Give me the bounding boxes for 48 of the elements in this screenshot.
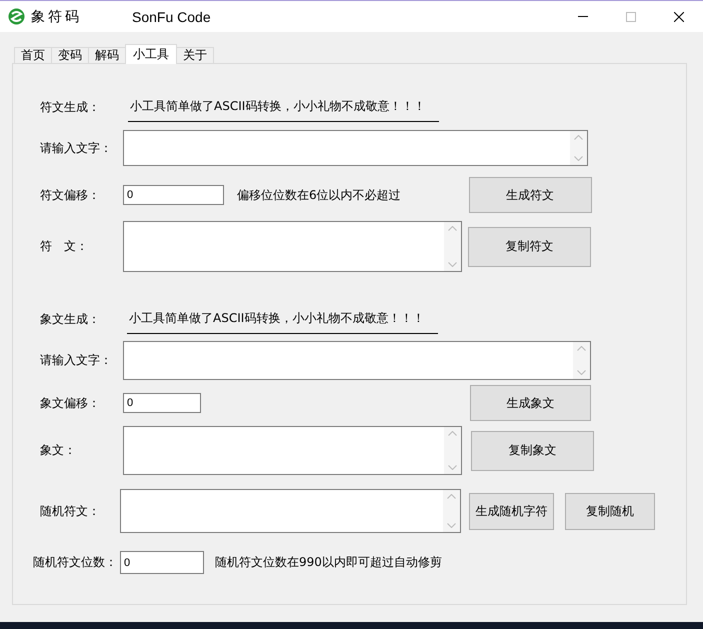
generate-button[interactable]: 生成符文 [468,177,592,213]
window-subtitle: SonFu Code [132,8,211,24]
text-area[interactable] [123,341,591,380]
field-label: 请输入文字： [40,352,113,369]
section-heading: 符文生成： [40,98,101,116]
text-area[interactable] [123,426,462,475]
chevron-down-icon[interactable] [448,262,457,267]
field-label: 象文偏移： [40,394,101,412]
field-label: 符 文： [40,238,89,255]
generate-button[interactable]: 生成象文 [470,385,591,421]
chevron-down-icon[interactable] [448,465,457,470]
notice-text: 小工具简单做了ASCII码转换，小小礼物不成敬意！！！ [128,98,440,122]
close-icon [674,12,684,22]
generate-random-button[interactable]: 生成随机字符 [469,492,554,530]
offset-field[interactable]: 0 [123,393,201,413]
chevron-up-icon[interactable] [447,494,456,499]
copy-button[interactable]: 复制符文 [468,226,591,266]
chevron-up-icon[interactable] [448,431,457,436]
copy-button[interactable]: 复制象文 [471,430,594,470]
hint-text: 偏移位位数在6位以内不必超过 [237,186,401,204]
minimize-icon [578,16,588,17]
window-title: 象符码 [31,8,82,26]
field-label: 象文： [40,442,77,459]
chevron-down-icon[interactable] [577,370,586,375]
field-label: 随机符文： [40,502,101,520]
chevron-up-icon[interactable] [577,346,586,351]
copy-random-button[interactable]: 复制随机 [565,492,655,530]
tab[interactable]: 解码 [88,47,126,64]
section-heading: 象文生成： [40,310,101,328]
chevron-down-icon[interactable] [447,523,456,528]
hint-text: 随机符文位数在990以内即可超过自动修剪 [215,554,442,571]
chevron-down-icon[interactable] [574,156,583,161]
text-area[interactable] [120,489,461,533]
field-label: 符文偏移： [40,186,101,204]
chevron-up-icon[interactable] [574,135,583,140]
text-area[interactable] [123,130,588,166]
notice-text: 小工具简单做了ASCII码转换，小小礼物不成敬意！！！ [127,310,438,334]
tab[interactable]: 关于 [176,47,214,64]
chevron-up-icon[interactable] [448,226,457,231]
text-area[interactable] [123,221,462,272]
tab[interactable]: 小工具 [125,44,177,64]
field-label: 随机符文位数： [33,554,118,571]
tab[interactable]: 首页 [14,47,52,64]
logo-icon [8,8,25,25]
offset-field[interactable]: 0 [123,185,224,205]
maximize-icon [626,12,636,22]
count-field[interactable]: 0 [120,551,204,574]
field-label: 请输入文字： [40,140,113,156]
